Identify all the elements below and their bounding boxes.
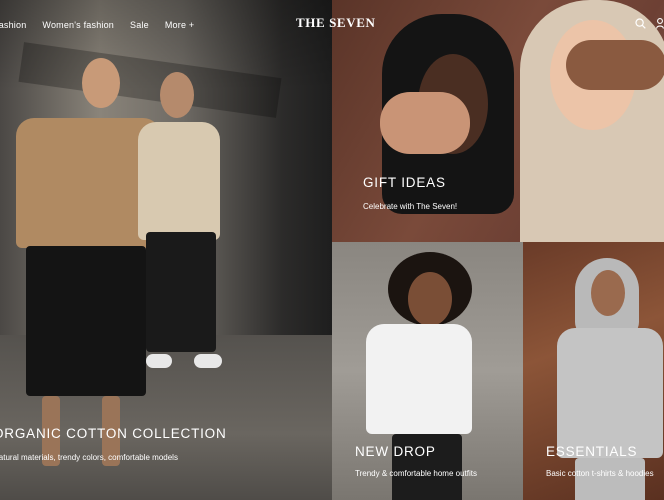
hero-banner[interactable]: ORGANIC COTTON COLLECTION Natural materi… <box>0 0 332 500</box>
nav-item-more[interactable]: More + <box>165 20 194 30</box>
user-icon[interactable] <box>656 18 664 29</box>
gift-ideas-banner[interactable]: GIFT IDEAS Celebrate with The Seven! <box>332 0 664 242</box>
model-grey-hoodie-image <box>557 258 664 500</box>
search-icon[interactable] <box>635 18 646 29</box>
new-drop-title[interactable]: NEW DROP <box>355 444 436 459</box>
hero-subtitle: Natural materials, trendy colors, comfor… <box>0 453 178 462</box>
model-light-hoodie-image <box>510 0 664 242</box>
new-drop-subtitle: Trendy & comfortable home outfits <box>355 469 477 478</box>
nav-item-fashion[interactable]: Fashion <box>0 20 26 30</box>
gift-subtitle: Celebrate with The Seven! <box>363 202 458 211</box>
essentials-subtitle: Basic cotton t-shirts & hoodies <box>546 469 654 478</box>
hero-title[interactable]: ORGANIC COTTON COLLECTION <box>0 426 227 441</box>
new-drop-banner[interactable]: NEW DROP Trendy & comfortable home outfi… <box>332 242 523 500</box>
essentials-banner[interactable]: ESSENTIALS Basic cotton t-shirts & hoodi… <box>523 242 664 500</box>
header-icons <box>635 18 664 29</box>
gift-title[interactable]: GIFT IDEAS <box>363 175 446 190</box>
main-nav: Fashion Women's fashion Sale More + <box>0 17 194 33</box>
nav-item-womens-fashion[interactable]: Women's fashion <box>42 20 114 30</box>
nav-item-sale[interactable]: Sale <box>130 20 149 30</box>
essentials-title[interactable]: ESSENTIALS <box>546 444 637 459</box>
model-man-image <box>138 72 228 392</box>
site-logo[interactable]: THE SEVEN <box>296 15 375 31</box>
model-white-tee-image <box>362 252 502 500</box>
